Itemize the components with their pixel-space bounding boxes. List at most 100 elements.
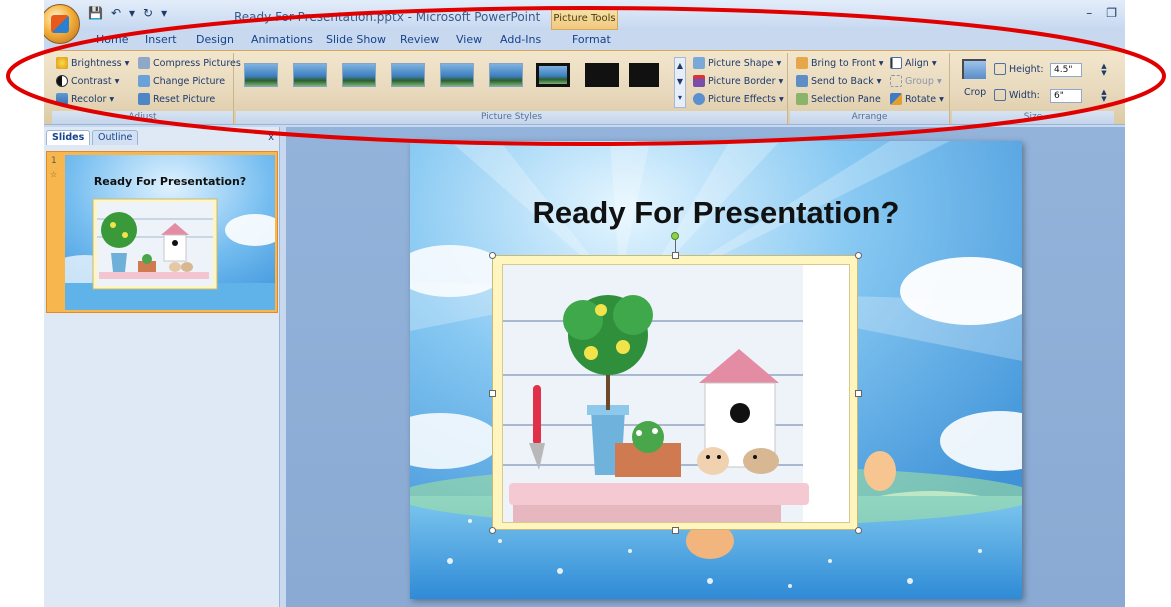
selected-picture[interactable] xyxy=(489,232,862,534)
picture-style-8[interactable] xyxy=(585,63,619,87)
qat-customize-icon[interactable]: ▾ xyxy=(161,6,167,20)
recolor-icon xyxy=(56,93,68,105)
send-to-back-label: Send to Back xyxy=(811,75,874,87)
slide-thumbnail-1[interactable]: 1 ☆ Ready For Presentation? xyxy=(46,151,278,313)
height-spinner[interactable]: ▲ ▼ xyxy=(1098,63,1110,77)
bring-to-front-label: Bring to Front xyxy=(811,57,876,69)
send-to-back-button[interactable]: Send to Back ▾ xyxy=(796,75,881,87)
tab-slides[interactable]: Slides xyxy=(46,130,91,145)
gallery-scroll[interactable]: ▲ ▼ ▾ xyxy=(674,57,686,108)
tab-view[interactable]: View xyxy=(456,33,482,46)
compress-pictures-button[interactable]: Compress Pictures xyxy=(138,57,241,69)
change-picture-icon xyxy=(138,75,150,87)
reset-picture-label: Reset Picture xyxy=(153,93,216,105)
change-picture-label: Change Picture xyxy=(153,75,226,87)
picture-style-4[interactable] xyxy=(391,63,425,87)
resize-handle-left[interactable] xyxy=(489,390,496,397)
rotate-label: Rotate xyxy=(905,93,937,105)
picture-border-button[interactable]: Picture Border ▾ xyxy=(693,75,783,87)
tab-animations[interactable]: Animations xyxy=(251,33,313,46)
picture-styles-group: ▲ ▼ ▾ Picture Shape ▾ Picture Border ▾ Pictu… xyxy=(236,53,788,124)
picture-shape-button[interactable]: Picture Shape ▾ xyxy=(693,57,781,69)
panel-tabs: Slides Outline x xyxy=(44,130,280,145)
title-bar: 💾 ↶ ▾ ↻ ▾ Ready For Presentation.pptx - … xyxy=(44,0,1125,44)
recolor-label: Recolor xyxy=(71,93,107,105)
resize-handle-top-left[interactable] xyxy=(489,252,496,259)
group-icon xyxy=(890,75,902,87)
close-icon[interactable]: x xyxy=(268,132,274,143)
size-group-label: Size xyxy=(952,111,1114,124)
picture-style-2[interactable] xyxy=(293,63,327,87)
rotate-button[interactable]: Rotate ▾ xyxy=(890,93,944,105)
slide-title[interactable]: Ready For Presentation? xyxy=(410,195,1022,231)
tab-review[interactable]: Review xyxy=(400,33,439,46)
minimize-icon[interactable]: – xyxy=(1086,6,1092,20)
recolor-button[interactable]: Recolor ▾ xyxy=(56,93,114,105)
picture-style-5[interactable] xyxy=(440,63,474,87)
tab-outline[interactable]: Outline xyxy=(92,130,139,145)
rotation-handle[interactable] xyxy=(671,232,679,240)
slide-number: 1 xyxy=(51,156,57,166)
quick-access-toolbar: 💾 ↶ ▾ ↻ ▾ xyxy=(88,6,167,20)
thumbnail-title: Ready For Presentation? xyxy=(93,175,247,188)
resize-handle-bottom-left[interactable] xyxy=(489,527,496,534)
animation-star-icon: ☆ xyxy=(50,170,58,179)
picture-style-7[interactable] xyxy=(536,63,570,87)
align-icon xyxy=(890,57,902,69)
resize-handle-bottom-right[interactable] xyxy=(855,527,862,534)
save-icon[interactable]: 💾 xyxy=(88,6,103,20)
width-label-text: Width: xyxy=(1009,89,1040,101)
contrast-button[interactable]: Contrast ▾ xyxy=(56,75,119,87)
picture-effects-icon xyxy=(693,93,705,105)
bring-to-front-button[interactable]: Bring to Front ▾ xyxy=(796,57,884,69)
picture-effects-label: Picture Effects xyxy=(708,93,776,105)
reset-picture-button[interactable]: Reset Picture xyxy=(138,93,215,105)
change-picture-button[interactable]: Change Picture xyxy=(138,75,225,87)
office-logo-icon xyxy=(51,15,69,33)
undo-dropdown-icon[interactable]: ▾ xyxy=(129,6,135,20)
brightness-label: Brightness xyxy=(71,57,122,69)
slide-1[interactable]: Ready For Presentation? xyxy=(410,141,1022,599)
tab-add-ins[interactable]: Add-Ins xyxy=(500,33,541,46)
picture-style-9[interactable] xyxy=(629,63,659,87)
arrange-group-label: Arrange xyxy=(790,111,949,124)
tab-design[interactable]: Design xyxy=(196,33,234,46)
restore-icon[interactable]: ❐ xyxy=(1106,6,1117,20)
tab-home[interactable]: Home xyxy=(96,33,128,46)
selection-pane-button[interactable]: Selection Pane xyxy=(796,93,881,105)
resize-handle-top-right[interactable] xyxy=(855,252,862,259)
picture-style-6[interactable] xyxy=(489,63,523,87)
resize-handle-right[interactable] xyxy=(855,390,862,397)
picture-border-label: Picture Border xyxy=(708,75,776,87)
crop-button[interactable]: Crop xyxy=(964,87,986,98)
selection-pane-label: Selection Pane xyxy=(811,93,881,105)
resize-handle-top[interactable] xyxy=(672,252,679,259)
tab-insert[interactable]: Insert xyxy=(145,33,177,46)
contrast-icon xyxy=(56,75,68,87)
resize-handle-bottom[interactable] xyxy=(672,527,679,534)
redo-icon[interactable]: ↻ xyxy=(143,6,153,20)
birdhouse-illustration xyxy=(503,265,849,522)
app-root: 💾 ↶ ▾ ↻ ▾ Ready For Presentation.pptx - … xyxy=(0,0,1171,607)
brightness-button[interactable]: Brightness ▾ xyxy=(56,57,129,69)
picture-style-3[interactable] xyxy=(342,63,376,87)
picture-effects-button[interactable]: Picture Effects ▾ xyxy=(693,93,784,105)
tab-format[interactable]: Format xyxy=(572,33,611,46)
sun-icon xyxy=(56,57,68,69)
crop-icon[interactable] xyxy=(962,59,986,79)
width-label: Width: xyxy=(994,89,1040,101)
group-button[interactable]: Group ▾ xyxy=(890,75,942,87)
tab-slide-show[interactable]: Slide Show xyxy=(326,33,386,46)
ribbon-tabs: Home Insert Design Animations Slide Show… xyxy=(44,30,1125,50)
picture-shape-icon xyxy=(693,57,705,69)
picture-style-1[interactable] xyxy=(244,63,278,87)
height-label-text: Height: xyxy=(1009,63,1044,75)
height-input[interactable]: 4.5" xyxy=(1050,63,1082,77)
slides-panel: Slides Outline x 1 ☆ Ready For Presentat… xyxy=(44,127,280,607)
undo-icon[interactable]: ↶ xyxy=(111,6,121,20)
width-spinner[interactable]: ▲ ▼ xyxy=(1098,89,1110,103)
contrast-label: Contrast xyxy=(71,75,112,87)
picture-border-icon xyxy=(693,75,705,87)
width-input[interactable]: 6" xyxy=(1050,89,1082,103)
align-button[interactable]: Align ▾ xyxy=(890,57,937,69)
